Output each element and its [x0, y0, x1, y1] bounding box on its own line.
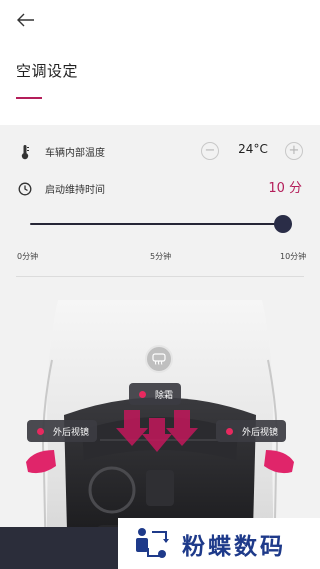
right-mirror-indicator	[226, 427, 233, 435]
temperature-increase-button[interactable]: +	[285, 142, 303, 160]
slider-tick-min: 0分钟	[17, 252, 39, 261]
defrost-label: 除霜	[155, 390, 174, 401]
duration-value: 10 分	[268, 181, 302, 196]
left-mirror-button[interactable]: 外后视镜	[27, 420, 98, 442]
watermark-logo-icon	[136, 527, 169, 558]
temperature-value: 24°C	[238, 142, 268, 156]
back-button[interactable]	[14, 8, 38, 32]
header: 空调设定	[0, 0, 320, 125]
clock-icon	[16, 180, 34, 198]
slider-thumb[interactable]	[274, 215, 292, 233]
left-mirror-indicator	[37, 427, 44, 435]
slider-track	[30, 223, 292, 225]
defrost-indicator	[139, 390, 146, 398]
watermark: 粉蝶数码	[118, 518, 320, 569]
duration-label: 启动维持时间	[45, 185, 105, 196]
arrow-left-icon	[17, 13, 34, 27]
defrost-button[interactable]: 除霜	[129, 383, 182, 405]
title-underline	[16, 97, 42, 99]
slider-tick-mid: 5分钟	[150, 252, 172, 261]
page-title: 空调设定	[16, 62, 79, 80]
duration-row: 启动维持时间 10 分	[0, 174, 320, 204]
duration-slider[interactable]	[30, 214, 292, 234]
left-mirror-label: 外后视镜	[53, 427, 90, 438]
thermometer-icon	[16, 143, 34, 161]
slider-tick-max: 10分钟	[280, 252, 307, 261]
divider	[16, 276, 304, 277]
right-mirror-label: 外后视镜	[242, 427, 279, 438]
right-mirror-button[interactable]: 外后视镜	[216, 420, 287, 442]
watermark-text: 粉蝶数码	[182, 533, 286, 560]
temperature-label: 车辆内部温度	[45, 148, 105, 159]
rear-defrost-icon[interactable]	[145, 345, 173, 373]
temperature-decrease-button[interactable]: −	[201, 142, 219, 160]
temperature-row: 车辆内部温度 − 24°C +	[0, 137, 320, 167]
